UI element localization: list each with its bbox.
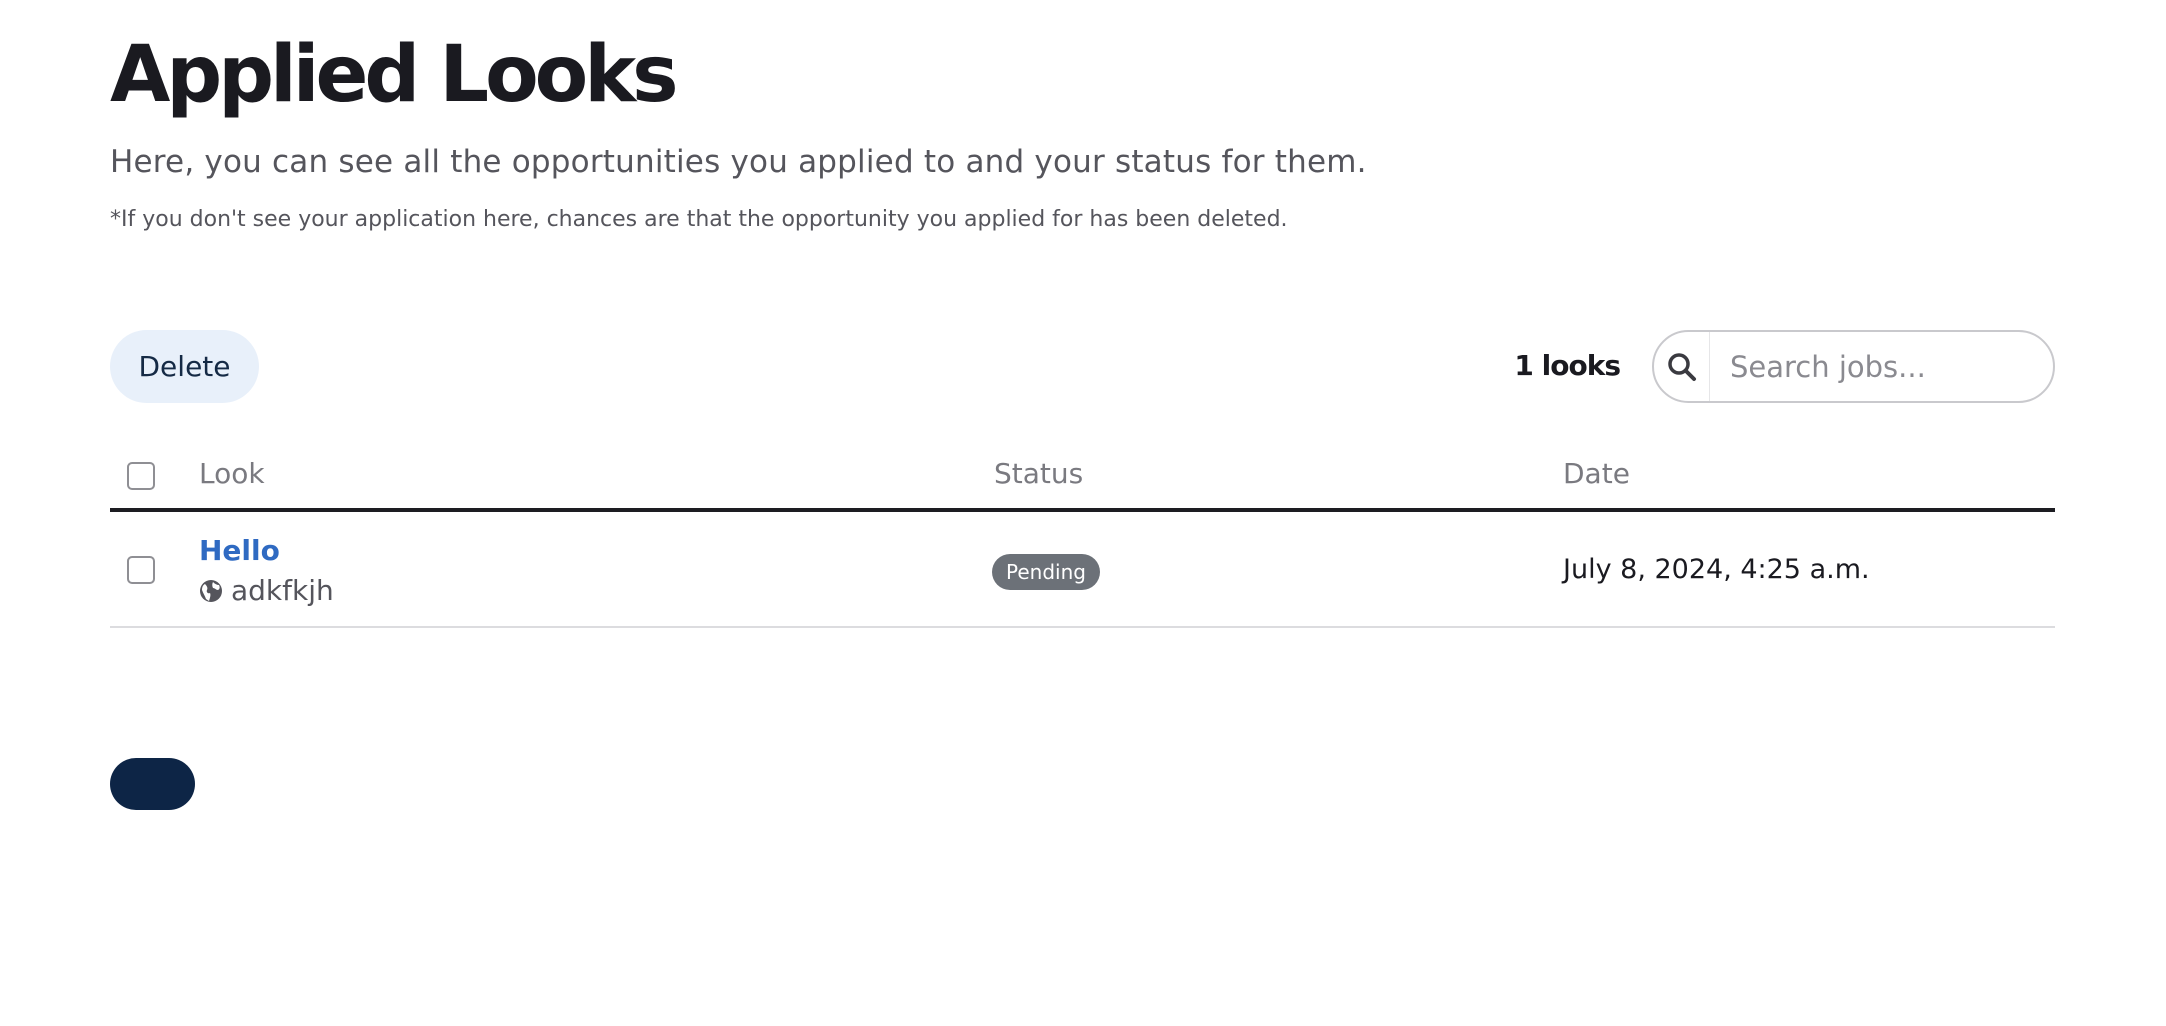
look-title-link[interactable]: Hello [199, 532, 280, 570]
page-subtitle: Here, you can see all the opportunities … [110, 144, 1367, 180]
row-checkbox[interactable] [127, 556, 155, 584]
status-badge: Pending [992, 554, 1100, 590]
look-location-text: adkfkjh [231, 574, 334, 607]
applied-looks-page: Applied Looks Here, you can see all the … [0, 0, 2166, 1026]
column-header-look: Look [199, 457, 265, 490]
looks-count: 1 looks [1514, 349, 1621, 382]
pagination-button[interactable] [110, 758, 195, 810]
page-note: *If you don't see your application here,… [110, 207, 1288, 232]
table-header: Look Status Date [110, 440, 2055, 512]
search-box[interactable] [1652, 330, 2055, 403]
search-input[interactable] [1730, 349, 2030, 384]
table-row: Hello adkfkjh Pending July 8, 2024, 4:25… [110, 512, 2055, 628]
delete-button[interactable]: Delete [110, 330, 259, 403]
column-header-status: Status [994, 457, 1084, 490]
globe-icon [199, 579, 223, 603]
look-location: adkfkjh [199, 572, 334, 610]
select-all-checkbox[interactable] [127, 462, 155, 490]
column-header-date: Date [1563, 457, 1630, 490]
page-title: Applied Looks [110, 30, 679, 120]
search-icon[interactable] [1654, 332, 1710, 401]
applied-date: July 8, 2024, 4:25 a.m. [1563, 554, 1870, 585]
